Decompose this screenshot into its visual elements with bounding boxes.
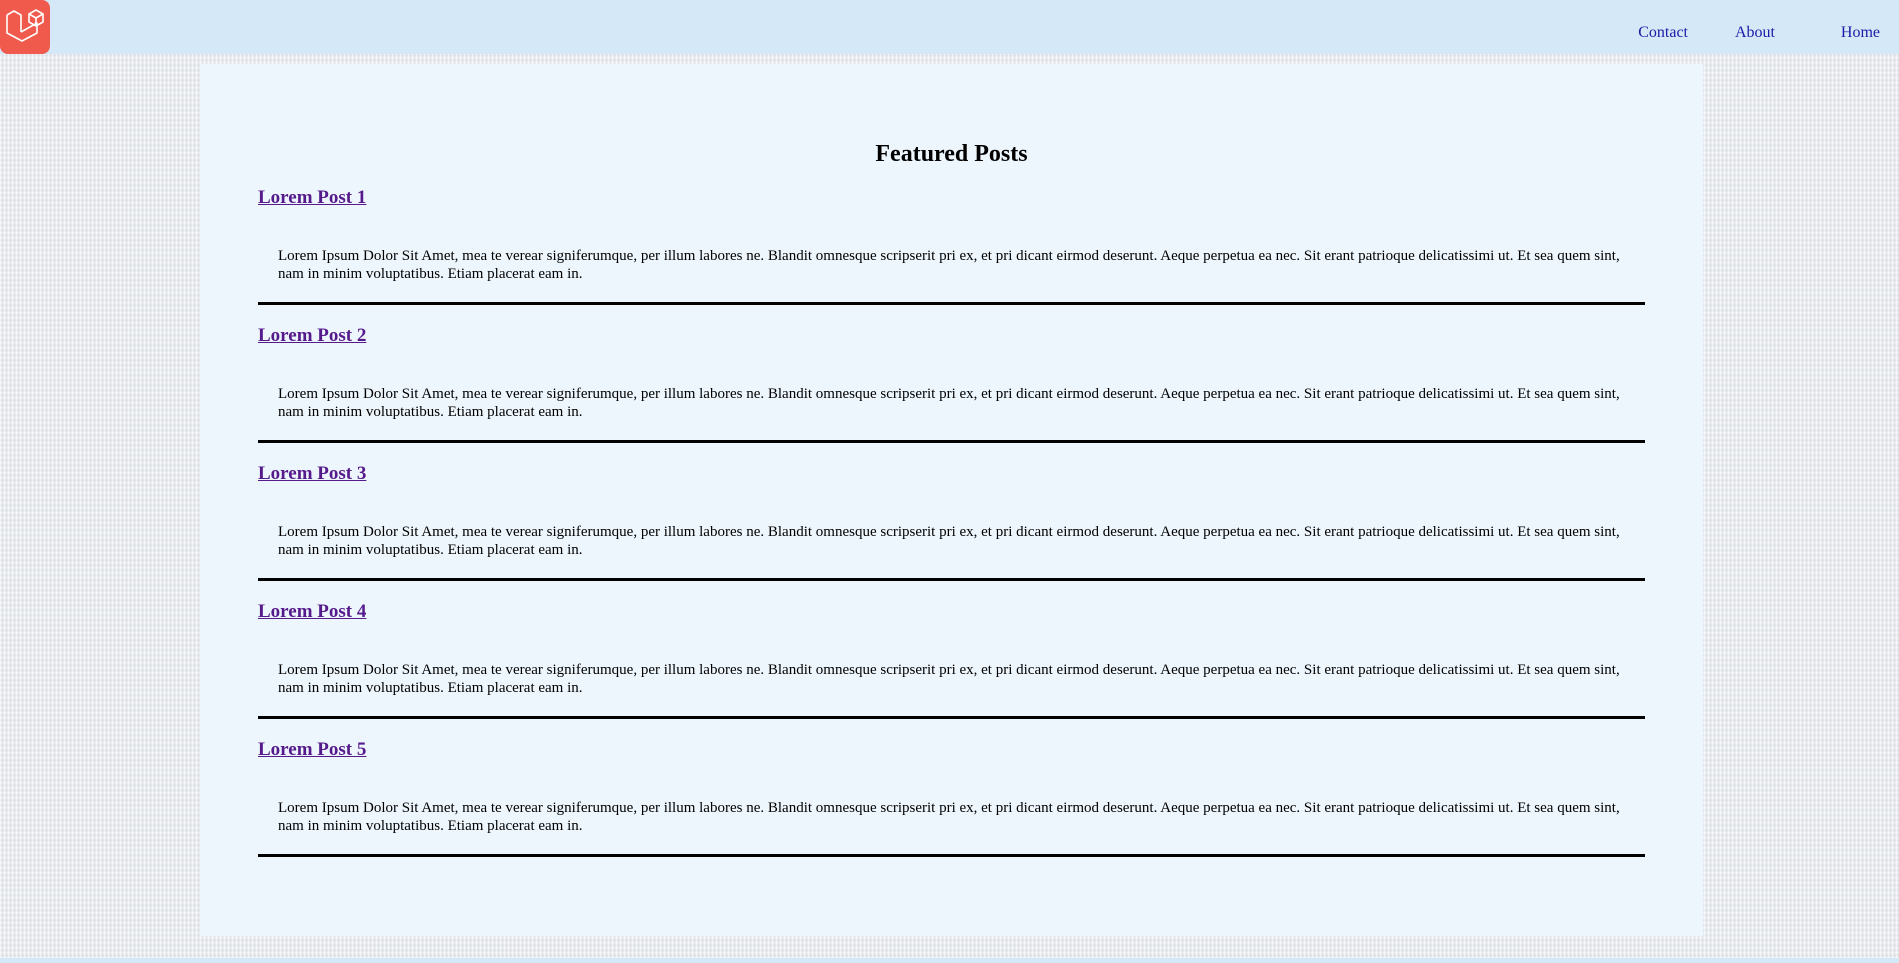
post-title-link[interactable]: Lorem Post 2 — [258, 325, 366, 347]
post-excerpt: Lorem Ipsum Dolor Sit Amet, mea te verea… — [278, 662, 1620, 696]
post-item: Lorem Post 5 Lorem Ipsum Dolor Sit Amet,… — [258, 739, 1645, 877]
top-header: Contact About Home — [0, 0, 1899, 54]
post-excerpt: Lorem Ipsum Dolor Sit Amet, mea te verea… — [278, 524, 1620, 558]
post-divider — [258, 440, 1645, 443]
laravel-logo-icon[interactable] — [0, 0, 50, 54]
content-panel: Featured Posts Lorem Post 1 Lorem Ipsum … — [200, 64, 1703, 936]
post-excerpt: Lorem Ipsum Dolor Sit Amet, mea te verea… — [278, 800, 1620, 834]
nav-link-contact[interactable]: Contact — [1638, 24, 1688, 42]
nav-link-about[interactable]: About — [1735, 24, 1775, 42]
post-title-link[interactable]: Lorem Post 1 — [258, 187, 366, 209]
post-item: Lorem Post 1 Lorem Ipsum Dolor Sit Amet,… — [258, 187, 1645, 325]
post-excerpt: Lorem Ipsum Dolor Sit Amet, mea te verea… — [278, 248, 1620, 282]
post-item: Lorem Post 2 Lorem Ipsum Dolor Sit Amet,… — [258, 325, 1645, 463]
footer-strip — [0, 958, 1899, 963]
logo-graphic — [6, 9, 44, 42]
post-excerpt: Lorem Ipsum Dolor Sit Amet, mea te verea… — [278, 386, 1620, 420]
post-item: Lorem Post 4 Lorem Ipsum Dolor Sit Amet,… — [258, 601, 1645, 739]
post-divider — [258, 854, 1645, 857]
post-list: Lorem Post 1 Lorem Ipsum Dolor Sit Amet,… — [258, 187, 1645, 877]
post-divider — [258, 578, 1645, 581]
post-title-link[interactable]: Lorem Post 4 — [258, 601, 366, 623]
post-divider — [258, 302, 1645, 305]
page-title: Featured Posts — [875, 141, 1028, 167]
post-item: Lorem Post 3 Lorem Ipsum Dolor Sit Amet,… — [258, 463, 1645, 601]
post-title-link[interactable]: Lorem Post 5 — [258, 739, 366, 761]
post-divider — [258, 716, 1645, 719]
post-title-link[interactable]: Lorem Post 3 — [258, 463, 366, 485]
nav-link-home[interactable]: Home — [1841, 24, 1880, 42]
